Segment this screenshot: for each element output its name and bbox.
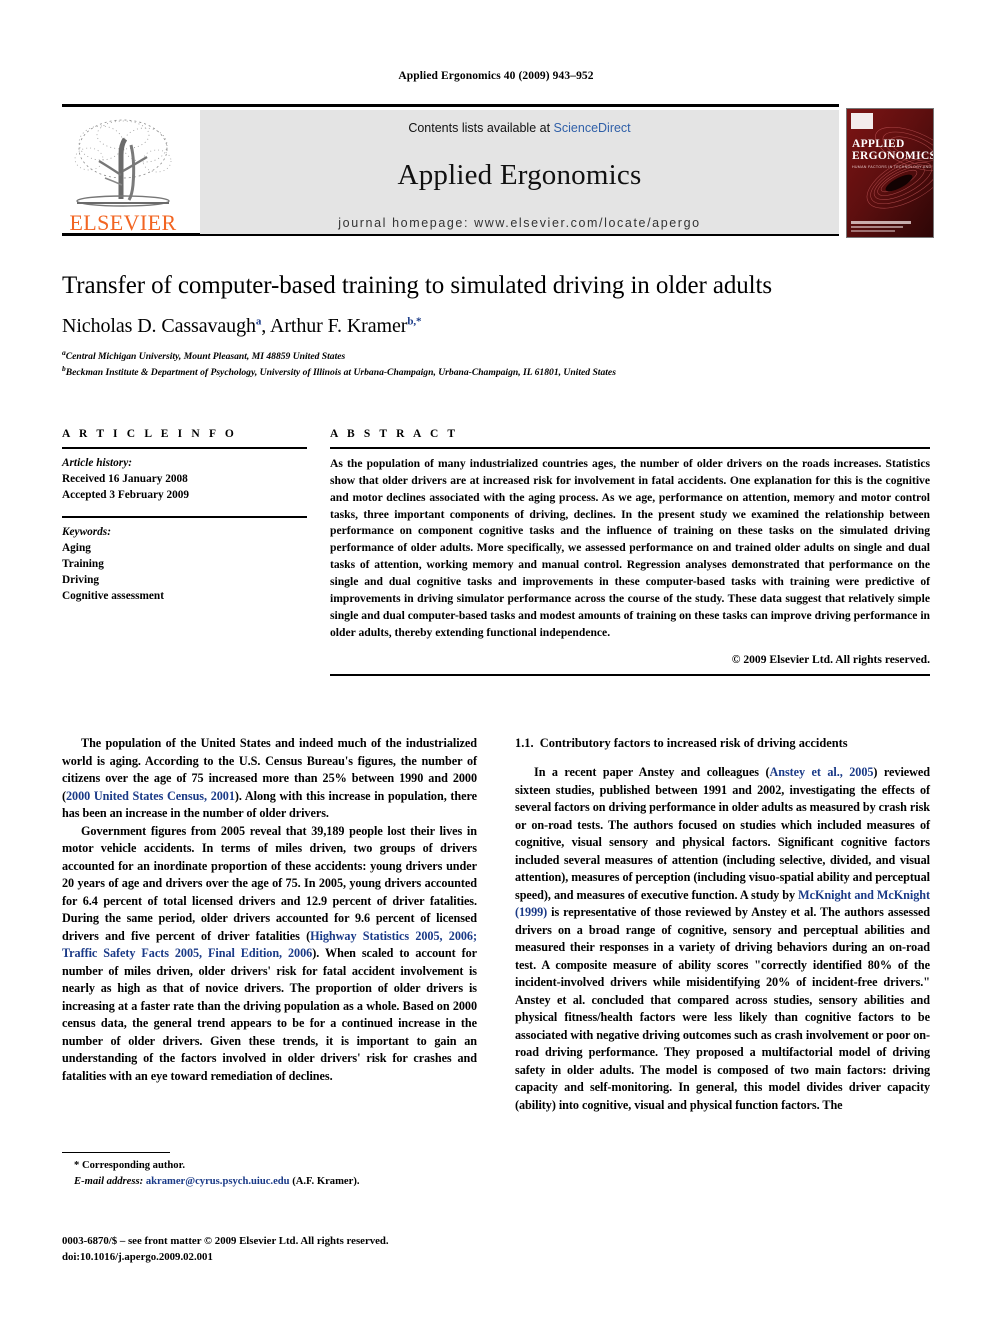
keywords-label: Keywords: bbox=[62, 526, 111, 539]
paper-page: Applied Ergonomics 40 (2009) 943–952 ELS… bbox=[0, 0, 992, 1323]
author-1-name: Nicholas D. Cassavaugh bbox=[62, 314, 256, 337]
body-column-right: 1.1. Contributory factors to increased r… bbox=[515, 735, 930, 1114]
affiliation-item: bBeckman Institute & Department of Psych… bbox=[62, 364, 930, 380]
contents-prefix: Contents lists available at bbox=[408, 121, 551, 135]
affiliation-list: aCentral Michigan University, Mount Plea… bbox=[62, 348, 930, 380]
keyword-item: Cognitive assessment bbox=[62, 590, 164, 603]
author-2-name: Arthur F. Kramer bbox=[269, 314, 408, 337]
citation-link[interactable]: Highway Statistics 2005, 2006 bbox=[310, 929, 473, 943]
citation-link[interactable]: Anstey et al., 2005 bbox=[769, 765, 873, 779]
affiliation-text-b: Beckman Institute & Department of Psycho… bbox=[65, 366, 616, 378]
article-info-panel: A R T I C L E I N F O Article history: R… bbox=[62, 428, 307, 676]
email-label: E-mail address: bbox=[74, 1175, 144, 1187]
paragraph-intro-2: Government figures from 2005 reveal that… bbox=[62, 823, 477, 1086]
paragraph-intro-1: The population of the United States and … bbox=[62, 735, 477, 823]
body-two-column: The population of the United States and … bbox=[62, 735, 930, 1114]
issn-line: 0003-6870/$ – see front matter © 2009 El… bbox=[62, 1235, 389, 1247]
running-head: Applied Ergonomics 40 (2009) 943–952 bbox=[398, 70, 594, 82]
section-heading-1-1: 1.1. Contributory factors to increased r… bbox=[515, 735, 930, 751]
abstract-copyright: © 2009 Elsevier Ltd. All rights reserved… bbox=[731, 653, 930, 667]
para-text: ) reviewed sixteen studies, published be… bbox=[515, 765, 930, 902]
author-list: Nicholas D. Cassavaugha, Arthur F. Krame… bbox=[62, 315, 930, 338]
corresponding-author-note: * Corresponding author. bbox=[74, 1160, 185, 1171]
article-received-date: Received 16 January 2008 bbox=[62, 473, 188, 486]
keyword-item: Driving bbox=[62, 574, 100, 587]
doi-line: doi:10.1016/j.apergo.2009.02.001 bbox=[62, 1250, 213, 1263]
abstract-rule-bottom bbox=[330, 674, 930, 677]
citation-separator: ; bbox=[472, 928, 477, 943]
footnote-rule bbox=[62, 1152, 170, 1153]
article-info-heading: A R T I C L E I N F O bbox=[62, 428, 237, 440]
author-2-affiliation-marker: b,* bbox=[407, 315, 422, 328]
sciencedirect-banner: Contents lists available at ScienceDirec… bbox=[200, 110, 839, 234]
email-owner: (A.F. Kramer). bbox=[292, 1175, 360, 1187]
email-note: E-mail address: akramer@cyrus.psych.uiuc… bbox=[62, 1174, 477, 1190]
elsevier-wordmark: ELSEVIER bbox=[69, 210, 177, 235]
article-history: Article history: Received 16 January 200… bbox=[62, 449, 307, 503]
contents-available-line: Contents lists available at ScienceDirec… bbox=[200, 110, 839, 135]
journal-homepage-link[interactable]: journal homepage: www.elsevier.com/locat… bbox=[200, 192, 839, 230]
svg-text:APPLIED: APPLIED bbox=[852, 138, 905, 150]
paragraph-section-1-1: In a recent paper Anstey and colleagues … bbox=[515, 764, 930, 1114]
footnote-block: * Corresponding author. E-mail address: … bbox=[62, 1152, 477, 1190]
affiliation-text-a: Central Michigan University, Mount Pleas… bbox=[65, 350, 346, 362]
journal-cover-thumbnail: APPLIED ERGONOMICS HUMAN FACTORS IN TECH… bbox=[846, 108, 934, 238]
affiliation-item: aCentral Michigan University, Mount Plea… bbox=[62, 348, 930, 364]
journal-masthead: ELSEVIER Contents lists available at Sci… bbox=[62, 104, 934, 238]
body-column-left: The population of the United States and … bbox=[62, 735, 477, 1114]
para-text: is representative of those reviewed by A… bbox=[515, 905, 930, 1112]
sciencedirect-link[interactable]: ScienceDirect bbox=[554, 121, 631, 135]
info-abstract-block: A R T I C L E I N F O Article history: R… bbox=[62, 428, 930, 677]
citation-link[interactable]: 2000 United States Census, 2001 bbox=[66, 789, 235, 803]
para-text: In a recent paper Anstey and colleagues … bbox=[534, 765, 770, 780]
masthead-top-rule bbox=[62, 104, 839, 107]
author-separator: , bbox=[261, 314, 270, 337]
email-link[interactable]: akramer@cyrus.psych.uiuc.edu bbox=[146, 1176, 290, 1187]
imprint-block: 0003-6870/$ – see front matter © 2009 El… bbox=[62, 1234, 492, 1265]
journal-title: Applied Ergonomics bbox=[397, 159, 642, 191]
svg-text:HUMAN FACTORS IN TECHNOLOGY AN: HUMAN FACTORS IN TECHNOLOGY AND SOCIETY bbox=[852, 165, 933, 169]
svg-text:ERGONOMICS: ERGONOMICS bbox=[852, 150, 933, 162]
section-title: Contributory factors to increased risk o… bbox=[539, 736, 848, 750]
article-history-label: Article history: bbox=[62, 457, 132, 469]
citation-link[interactable]: Traffic Safety Facts 2005, Final Edition… bbox=[62, 946, 312, 960]
keyword-item: Aging bbox=[62, 542, 91, 555]
elsevier-logo: ELSEVIER bbox=[62, 110, 184, 234]
journal-cover-art: APPLIED ERGONOMICS HUMAN FACTORS IN TECH… bbox=[847, 109, 933, 237]
section-number: 1.1. bbox=[515, 736, 534, 750]
keywords-block: Keywords: Aging Training Driving Cogniti… bbox=[62, 518, 307, 604]
elsevier-tree-icon bbox=[74, 119, 172, 207]
para-text: ). When scaled to account for number of … bbox=[62, 946, 478, 1083]
page-title: Transfer of computer-based training to s… bbox=[62, 272, 772, 299]
para-text: Government figures from 2005 reveal that… bbox=[62, 823, 477, 943]
abstract-panel: A B S T R A C T As the population of man… bbox=[330, 428, 930, 677]
title-block: Transfer of computer-based training to s… bbox=[62, 272, 930, 379]
abstract-heading: A B S T R A C T bbox=[330, 428, 459, 440]
keyword-item: Training bbox=[62, 558, 104, 571]
article-accepted-date: Accepted 3 February 2009 bbox=[62, 489, 190, 502]
abstract-text: As the population of many industrialized… bbox=[330, 457, 930, 639]
